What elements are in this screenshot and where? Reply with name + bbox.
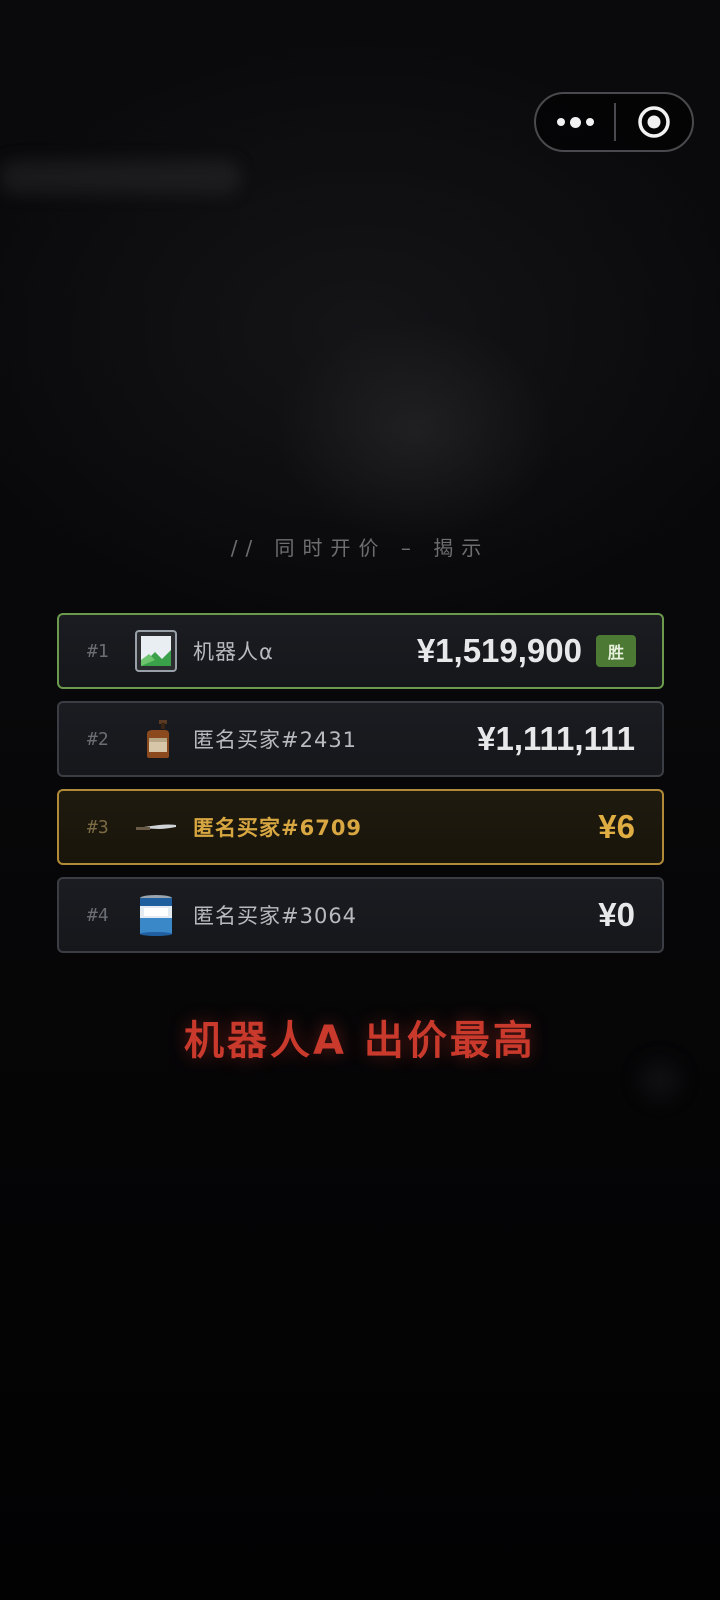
reveal-title: // 同时开价 – 揭示 — [230, 536, 490, 560]
paint-can-icon — [135, 894, 177, 936]
bid-list: #1 机器人α ¥1,519,900 胜 #2 匿名买家#2431 ¥1,111… — [57, 613, 664, 965]
image-placeholder-icon — [135, 630, 177, 672]
blurred-background-dot — [640, 1060, 680, 1100]
knife-icon — [135, 806, 177, 848]
mini-program-capsule — [534, 92, 694, 152]
bid-row: #1 机器人α ¥1,519,900 胜 — [57, 613, 664, 689]
bidder-name: 匿名买家#6709 — [193, 816, 363, 840]
more-dots-icon[interactable] — [536, 94, 614, 150]
bidder-name: 机器人α — [193, 640, 274, 664]
result-message: 机器人A 出价最高 — [184, 1018, 536, 1064]
bidder-name: 匿名买家#2431 — [193, 728, 358, 752]
bottle-icon — [135, 718, 177, 760]
page: // 同时开价 – 揭示 #1 机器人α ¥1,519,900 胜 #2 匿名买… — [0, 0, 720, 1600]
bid-rank: #3 — [87, 816, 109, 838]
bid-rank: #2 — [87, 728, 109, 750]
bid-amount: ¥1,519,900 — [416, 632, 582, 669]
bid-rank: #1 — [87, 640, 109, 662]
bid-amount: ¥6 — [598, 808, 635, 845]
bidder-name: 匿名买家#3064 — [193, 904, 358, 928]
blurred-background-bar — [0, 160, 240, 194]
bid-rank: #4 — [87, 904, 109, 926]
bid-amount: ¥0 — [598, 896, 635, 933]
bid-row: #4 匿名买家#3064 ¥0 — [57, 877, 664, 953]
winner-badge: 胜 — [596, 635, 636, 667]
bid-row: #3 匿名买家#6709 ¥6 — [57, 789, 664, 865]
target-circle-icon[interactable] — [616, 94, 692, 150]
bid-row: #2 匿名买家#2431 ¥1,111,111 — [57, 701, 664, 777]
bid-amount: ¥1,111,111 — [477, 720, 635, 757]
